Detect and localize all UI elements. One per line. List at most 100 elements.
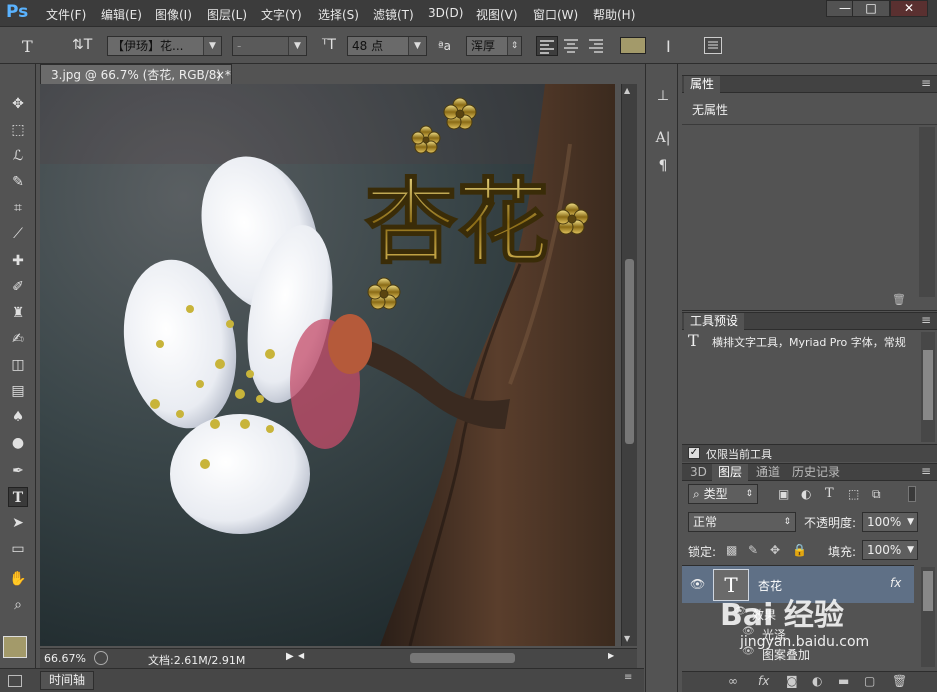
current-tool-checkbox[interactable]: ✓: [688, 447, 700, 459]
vertical-scroll-thumb[interactable]: [625, 259, 634, 444]
lock-position-icon[interactable]: ✥: [770, 543, 780, 557]
rectangle-tool-icon[interactable]: ▭: [8, 539, 28, 559]
eyedropper-tool-icon[interactable]: ⟋: [8, 224, 28, 244]
tab-properties[interactable]: 属性: [684, 76, 721, 93]
lock-all-icon[interactable]: 🔒: [792, 543, 807, 557]
close-tab-icon[interactable]: ×: [215, 65, 225, 85]
font-size-select[interactable]: 48 点 ▼: [347, 36, 427, 56]
tab-channels[interactable]: 通道: [750, 464, 786, 481]
type-tool-icon[interactable]: T: [22, 37, 33, 56]
lasso-tool-icon[interactable]: ℒ: [8, 146, 28, 166]
scroll-up-icon[interactable]: ▲: [624, 86, 630, 95]
zoom-level[interactable]: 66.67%: [44, 652, 86, 665]
menu-3d[interactable]: 3D(D): [428, 6, 463, 20]
effect-row-pattern[interactable]: 👁 图案叠加: [682, 643, 914, 663]
panel-menu-icon[interactable]: ≡: [921, 313, 931, 327]
layer-name[interactable]: 杏花: [758, 577, 782, 594]
hand-tool-icon[interactable]: ✋: [8, 569, 28, 589]
menu-help[interactable]: 帮助(H): [593, 6, 635, 23]
orientation-toggle-icon[interactable]: ⇅T: [72, 37, 92, 53]
foreground-color-swatch[interactable]: [3, 636, 27, 658]
visibility-eye-icon[interactable]: 👁: [690, 577, 705, 591]
filter-pixel-icon[interactable]: ▣: [778, 487, 789, 501]
quick-select-tool-icon[interactable]: ✎: [8, 172, 28, 192]
panel-menu-icon[interactable]: ≡: [921, 464, 931, 478]
layers-scrollbar[interactable]: [921, 567, 935, 667]
antialias-select[interactable]: 浑厚 ⇕: [466, 36, 522, 56]
close-window-button[interactable]: ✕: [890, 0, 928, 17]
document-tab[interactable]: 3.jpg @ 66.7% (杏花, RGB/8) * ×: [40, 64, 232, 84]
history-brush-tool-icon[interactable]: ✍: [8, 329, 28, 349]
lock-image-icon[interactable]: ✎: [748, 543, 758, 557]
clone-stamp-tool-icon[interactable]: ♜: [8, 303, 28, 323]
menu-layer[interactable]: 图层(L): [207, 6, 247, 23]
character-panel-icon[interactable]: A|: [654, 130, 672, 148]
warp-text-icon[interactable]: Ⅰ: [666, 37, 671, 56]
marquee-tool-icon[interactable]: ⬚: [8, 120, 28, 140]
menu-filter[interactable]: 滤镜(T): [373, 6, 414, 23]
scroll-down-icon[interactable]: ▼: [624, 634, 630, 643]
scroll-left-icon[interactable]: ◀: [298, 651, 304, 660]
path-selection-tool-icon[interactable]: ➤: [8, 513, 28, 533]
add-mask-icon[interactable]: ◙: [786, 674, 798, 688]
tab-tool-presets[interactable]: 工具预设: [684, 313, 745, 330]
stamp-panel-icon[interactable]: ⊥: [654, 88, 672, 106]
effects-eye-icon[interactable]: 👁: [734, 606, 747, 617]
layer-fx-icon[interactable]: fx: [890, 576, 901, 590]
adjustment-layer-icon[interactable]: ◐: [812, 674, 822, 688]
panel-menu-icon[interactable]: ≡: [921, 76, 931, 90]
tab-timeline[interactable]: 时间轴: [40, 671, 95, 690]
lock-transparent-icon[interactable]: ▩: [726, 543, 737, 557]
menu-edit[interactable]: 编辑(E): [101, 6, 142, 23]
panel-menu-icon[interactable]: ≡: [624, 672, 632, 683]
brush-tool-icon[interactable]: ✐: [8, 277, 28, 297]
filter-adjustment-icon[interactable]: ◐: [801, 487, 811, 501]
menu-type[interactable]: 文字(Y): [261, 6, 302, 23]
effect-eye-icon[interactable]: 👁: [742, 646, 755, 657]
delete-layer-icon[interactable]: 🗑: [892, 674, 907, 688]
filter-shape-icon[interactable]: ⬚: [848, 487, 859, 501]
tab-3d[interactable]: 3D: [684, 464, 713, 481]
align-right-button[interactable]: [586, 36, 608, 56]
layers-scroll-thumb[interactable]: [923, 571, 933, 611]
layer-filter-select[interactable]: ⌕ 类型 ⇕: [688, 484, 758, 504]
character-panel-icon[interactable]: [704, 37, 722, 54]
align-left-button[interactable]: [536, 36, 558, 56]
type-tool-icon[interactable]: T: [8, 487, 28, 507]
move-tool-icon[interactable]: ✥: [8, 94, 28, 114]
document-canvas[interactable]: 杏花: [40, 84, 615, 646]
filter-smart-object-icon[interactable]: ⧉: [872, 487, 881, 502]
list-item[interactable]: T 横排文字工具，Myriad Pro 字体，常规: [682, 330, 919, 352]
menu-file[interactable]: 文件(F): [46, 6, 86, 23]
blend-mode-select[interactable]: 正常 ⇕: [688, 512, 796, 532]
gradient-tool-icon[interactable]: ▤: [8, 381, 28, 401]
font-style-select[interactable]: - ▼: [232, 36, 307, 56]
effect-eye-icon[interactable]: 👁: [742, 626, 755, 637]
scroll-right-icon[interactable]: ▶: [608, 651, 614, 660]
layer-row-active[interactable]: 👁 T 杏花 fx: [682, 565, 914, 603]
menu-window[interactable]: 窗口(W): [533, 6, 578, 23]
healing-brush-tool-icon[interactable]: ✚: [8, 251, 28, 271]
crop-tool-icon[interactable]: ⌗: [8, 198, 28, 218]
properties-scrollbar[interactable]: [919, 127, 935, 297]
pen-tool-icon[interactable]: ✒: [8, 461, 28, 481]
blur-tool-icon[interactable]: ♠: [8, 407, 28, 427]
menu-select[interactable]: 选择(S): [318, 6, 359, 23]
dodge-tool-icon[interactable]: ●: [8, 433, 28, 453]
eraser-tool-icon[interactable]: ◫: [8, 355, 28, 375]
new-layer-icon[interactable]: ▢: [864, 674, 875, 688]
effect-row-satin[interactable]: 👁 光泽: [682, 623, 914, 643]
trash-icon[interactable]: 🗑: [892, 293, 906, 306]
layer-effects-row[interactable]: 👁 效果: [682, 603, 914, 623]
filter-type-icon[interactable]: T: [825, 486, 834, 501]
status-info-icon[interactable]: [94, 651, 108, 665]
filter-toggle[interactable]: [908, 486, 916, 502]
text-color-swatch[interactable]: [620, 37, 646, 54]
opacity-field[interactable]: 100% ▼: [862, 512, 918, 532]
zoom-tool-icon[interactable]: ⌕: [8, 595, 28, 615]
link-layers-icon[interactable]: ∞: [728, 674, 738, 688]
menu-image[interactable]: 图像(I): [155, 6, 192, 23]
align-center-button[interactable]: [561, 36, 583, 56]
restore-button[interactable]: □: [852, 0, 890, 17]
new-group-icon[interactable]: ▬: [838, 674, 849, 688]
